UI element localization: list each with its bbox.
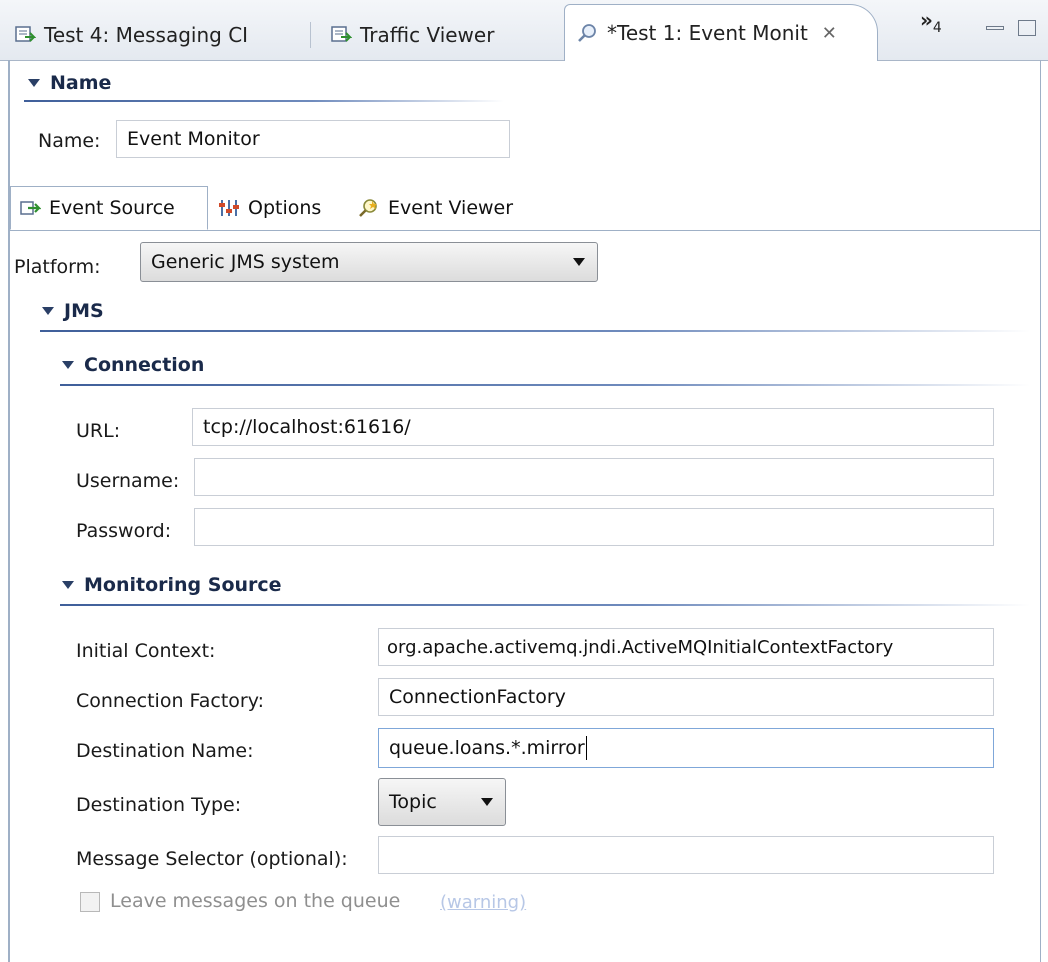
platform-select[interactable]: Generic JMS system (140, 242, 598, 282)
tab-event-viewer[interactable]: Event Viewer (350, 186, 540, 230)
url-label: URL: (76, 420, 121, 442)
initial-context-label: Initial Context: (76, 640, 216, 662)
password-field[interactable] (194, 508, 994, 546)
overflow-count: 4 (932, 20, 942, 36)
tab-options[interactable]: Options (210, 186, 348, 230)
initial-context-field[interactable]: org.apache.activemq.jndi.ActiveMQInitial… (378, 628, 994, 666)
tab-test-4-messaging-ci[interactable]: Test 4: Messaging CI (14, 12, 248, 58)
overflow-chevron-icon: » (920, 8, 933, 32)
destination-name-field-value: queue.loans.*.mirror (389, 737, 585, 759)
destination-type-select-value: Topic (389, 791, 437, 813)
destination-type-label: Destination Type: (76, 794, 242, 816)
tab-event-source[interactable]: Event Source (10, 186, 208, 230)
url-field[interactable]: tcp://localhost:61616/ (192, 408, 994, 446)
name-field[interactable]: Event Monitor (116, 120, 510, 158)
section-divider (40, 330, 1030, 332)
expand-triangle-icon (28, 79, 40, 87)
name-label: Name: (38, 130, 101, 152)
tab-traffic-viewer[interactable]: Traffic Viewer (330, 12, 494, 58)
message-selector-field[interactable] (378, 836, 994, 874)
username-field[interactable] (194, 458, 994, 496)
dropdown-arrow-icon (481, 798, 493, 806)
section-divider (60, 604, 1030, 606)
close-icon[interactable]: ✕ (822, 23, 837, 44)
options-icon (219, 200, 239, 216)
name-field-value: Event Monitor (127, 128, 260, 150)
minimize-icon[interactable] (986, 26, 1004, 30)
tab-overflow-button[interactable]: »4 (920, 8, 942, 36)
url-field-value: tcp://localhost:61616/ (203, 416, 411, 438)
connection-factory-field-value: ConnectionFactory (389, 686, 566, 708)
text-caret (585, 736, 587, 760)
connection-section-header[interactable]: Connection (62, 354, 204, 376)
name-section-title: Name (50, 72, 112, 94)
monitoring-source-section-header[interactable]: Monitoring Source (62, 574, 282, 596)
leave-messages-label: Leave messages on the queue (110, 890, 401, 912)
test-suite-icon (15, 26, 36, 42)
section-divider (60, 384, 1030, 386)
username-label: Username: (76, 470, 180, 492)
editor-content: Name Name: Event Monitor Event Source Op… (8, 60, 1041, 962)
leave-messages-checkbox[interactable] (80, 892, 100, 912)
name-section-header[interactable]: Name (28, 72, 111, 94)
connection-factory-field[interactable]: ConnectionFactory (378, 678, 994, 716)
tab-test-1-event-monitor[interactable]: *Test 1: Event Monit ✕ (564, 4, 878, 61)
maximize-icon[interactable] (1018, 20, 1036, 36)
warning-link[interactable]: (warning) (440, 892, 526, 913)
connection-factory-label: Connection Factory: (76, 690, 264, 712)
connection-section-title: Connection (84, 354, 205, 376)
password-label: Password: (76, 520, 172, 542)
message-selector-label: Message Selector (optional): (76, 848, 348, 870)
subtab-label: Options (248, 197, 322, 219)
tab-label: *Test 1: Event Monit (607, 21, 808, 45)
platform-select-value: Generic JMS system (151, 251, 340, 273)
test-suite-icon (331, 26, 352, 42)
section-divider (24, 100, 504, 102)
expand-triangle-icon (42, 307, 54, 315)
subtab-label: Event Source (49, 197, 175, 219)
tab-label: Traffic Viewer (360, 23, 495, 47)
expand-triangle-icon (62, 581, 74, 589)
destination-name-label: Destination Name: (76, 740, 254, 762)
dropdown-arrow-icon (573, 258, 585, 266)
editor-tab-strip: Test 4: Messaging CI Traffic Viewer *Tes… (0, 0, 1048, 61)
destination-name-field[interactable]: queue.loans.*.mirror (378, 728, 994, 768)
initial-context-field-value: org.apache.activemq.jndi.ActiveMQInitial… (387, 636, 894, 658)
event-viewer-icon (359, 199, 377, 217)
sub-tab-bar: Event Source Options Event Viewer (10, 186, 1040, 231)
subtab-label: Event Viewer (388, 197, 514, 219)
tab-separator (310, 22, 311, 48)
tab-label: Test 4: Messaging CI (44, 23, 249, 47)
destination-type-select[interactable]: Topic (378, 778, 506, 826)
jms-section-header[interactable]: JMS (42, 300, 104, 322)
platform-label: Platform: (14, 256, 101, 278)
event-source-icon (20, 201, 41, 215)
search-icon (578, 24, 596, 42)
expand-triangle-icon (62, 361, 74, 369)
monitoring-source-section-title: Monitoring Source (84, 574, 282, 596)
jms-section-title: JMS (64, 300, 104, 322)
